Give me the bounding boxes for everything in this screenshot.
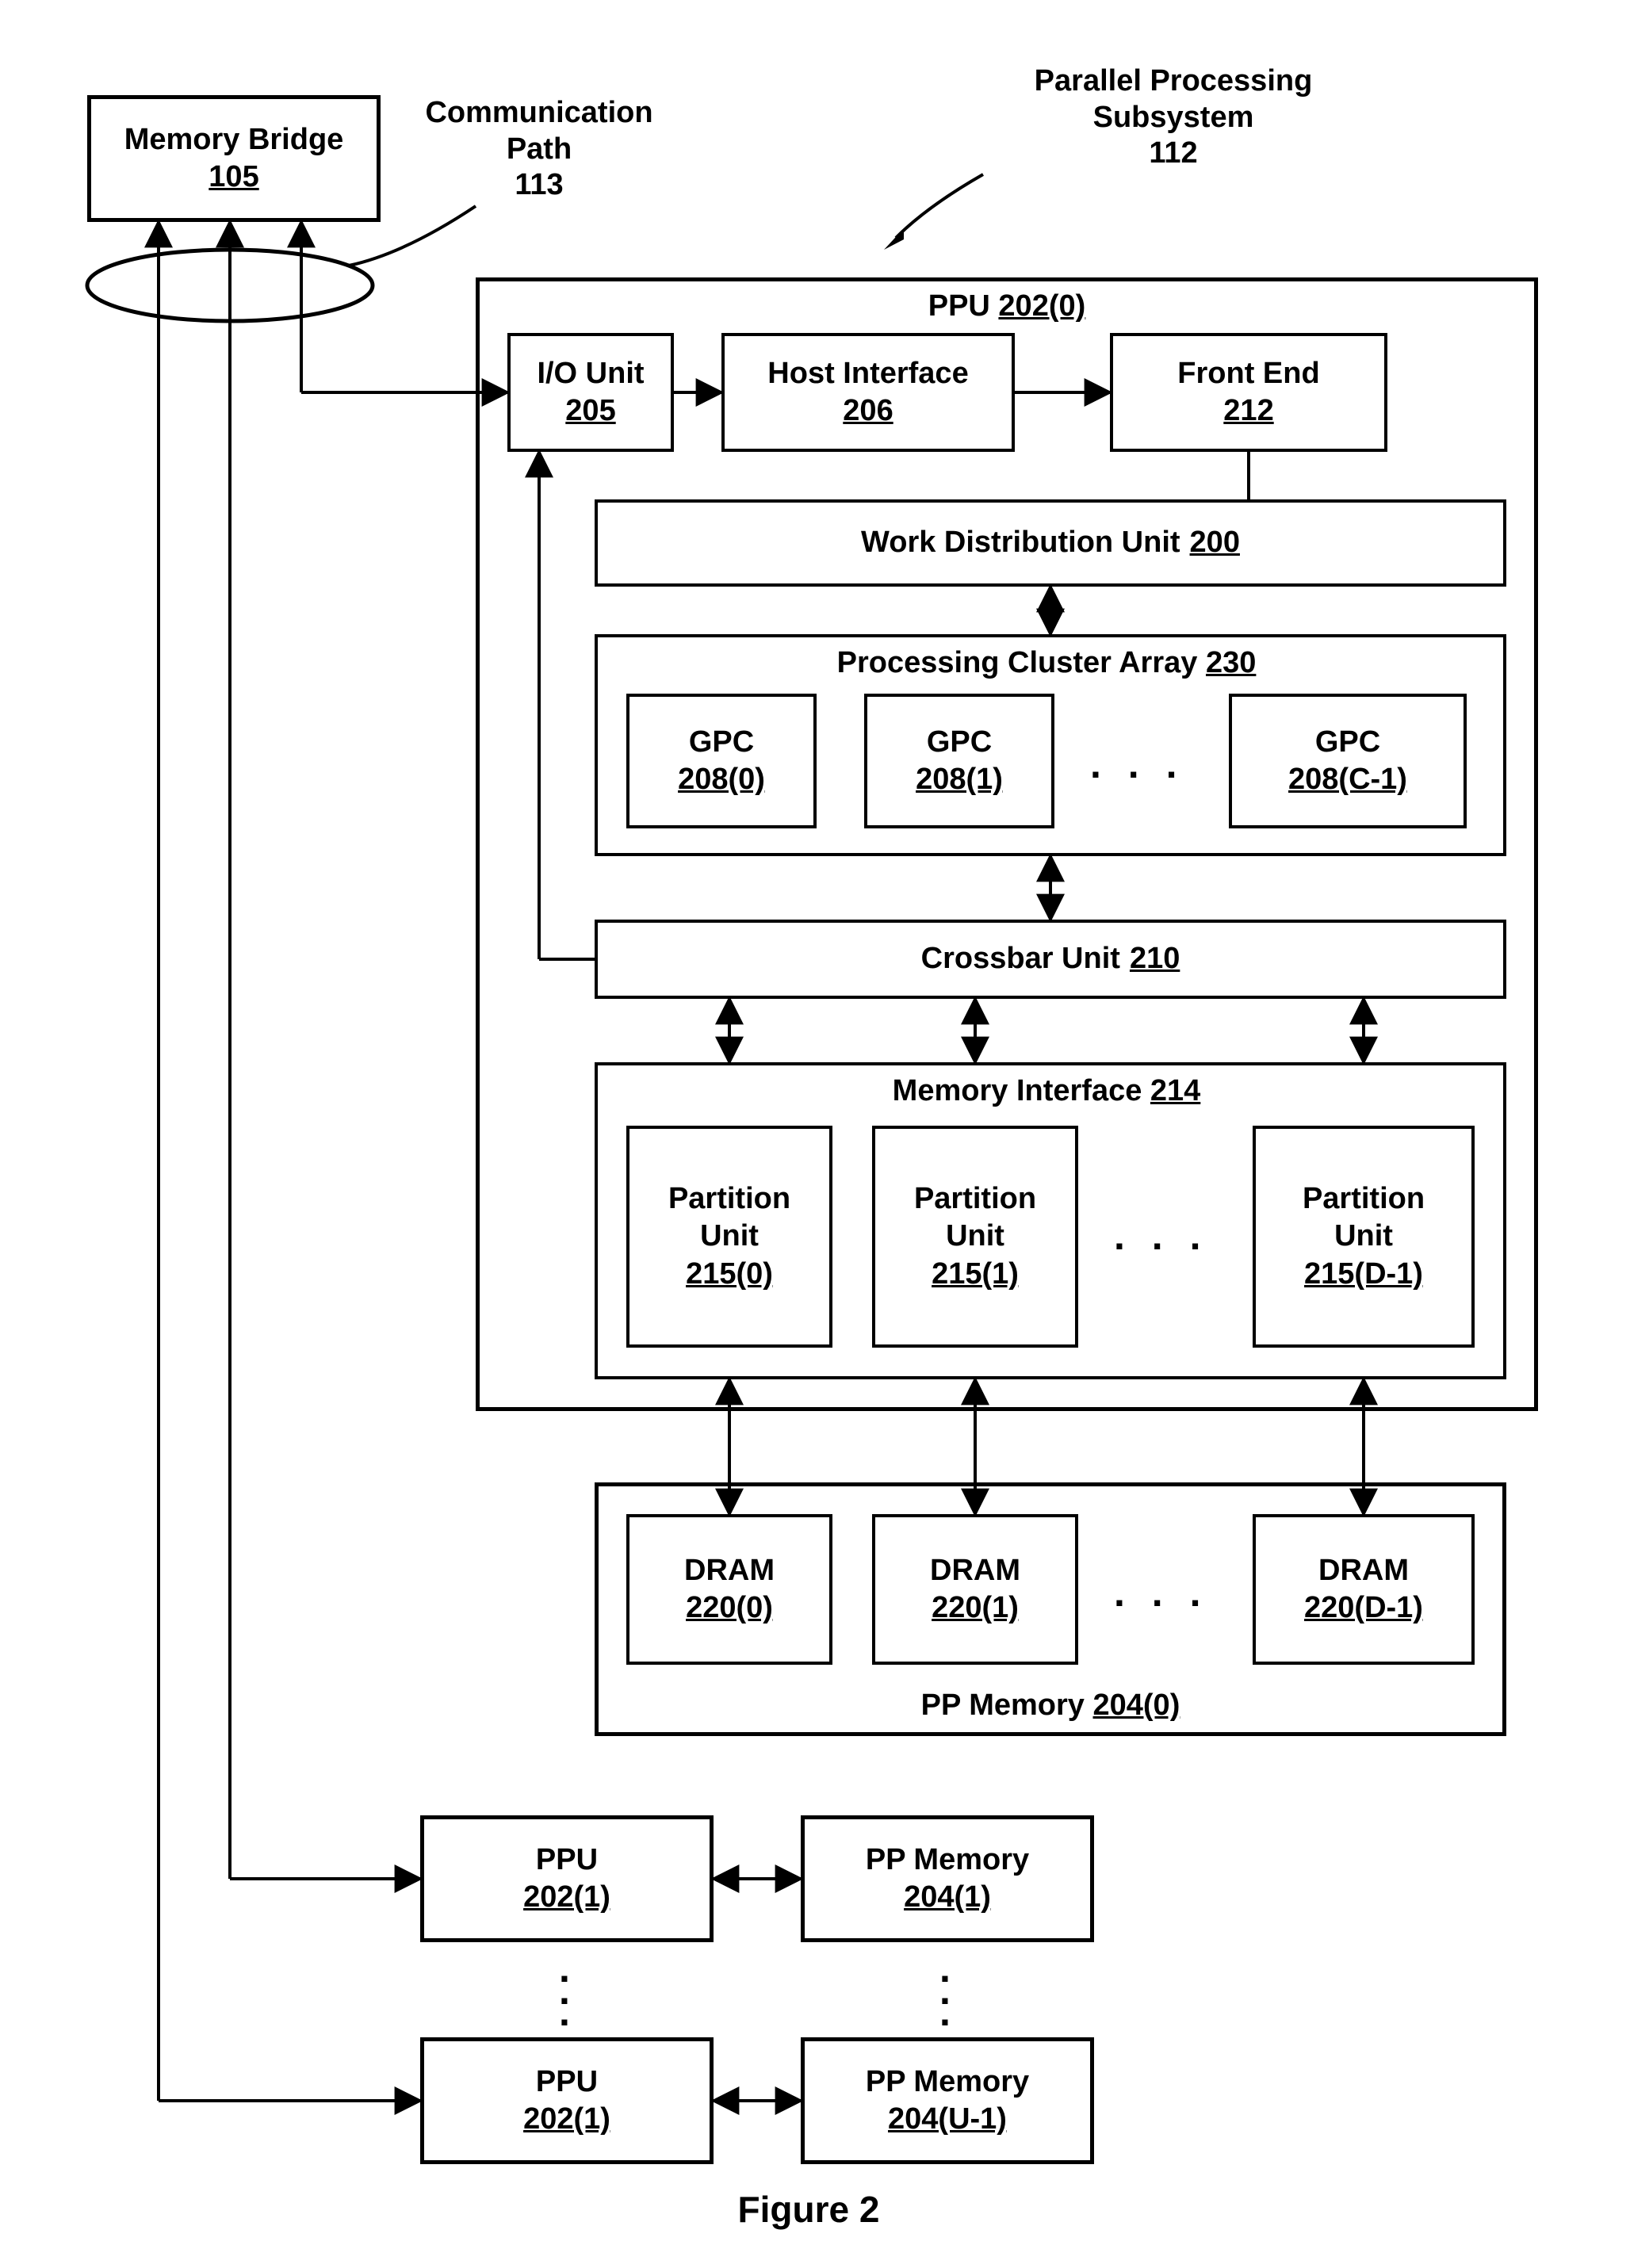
puD-t1: Partition — [1303, 1180, 1425, 1218]
ppuU-title: PPU — [536, 2063, 598, 2102]
xbar-num: 210 — [1130, 940, 1180, 978]
dram1-box: DRAM 220(1) — [872, 1514, 1078, 1665]
gpc0-box: GPC 208(0) — [626, 694, 817, 828]
xbar-box: Crossbar Unit 210 — [595, 920, 1506, 999]
pu0-t2: Unit — [700, 1218, 759, 1256]
gpc1-num: 208(1) — [916, 761, 1003, 799]
ppmem1-num: 204(1) — [904, 1879, 991, 1917]
dram1-num: 220(1) — [932, 1589, 1019, 1627]
gpc1-title: GPC — [927, 724, 992, 762]
comm-path-t1: Communication — [425, 96, 652, 129]
gpcC-box: GPC 208(C-1) — [1229, 694, 1467, 828]
dram-ellipsis: . . . — [1114, 1570, 1208, 1616]
puD-t2: Unit — [1334, 1218, 1393, 1256]
io-unit-num: 205 — [565, 392, 615, 430]
host-if-num: 206 — [843, 392, 893, 430]
host-if-box: Host Interface 206 — [721, 333, 1015, 452]
ppu1-title: PPU — [536, 1842, 598, 1880]
ppmemU-num: 204(U-1) — [888, 2101, 1007, 2139]
pca-title-text: Processing Cluster Array — [837, 646, 1198, 679]
comm-path-num: 113 — [515, 168, 563, 201]
front-end-box: Front End 212 — [1110, 333, 1387, 452]
io-unit-title: I/O Unit — [537, 355, 644, 393]
pps-t1: Parallel Processing — [1035, 64, 1313, 98]
gpc-ellipsis: . . . — [1090, 741, 1184, 787]
pu0-num: 215(0) — [686, 1256, 773, 1294]
memif-title: Memory Interface 214 — [785, 1074, 1308, 1108]
memif-num: 214 — [1150, 1074, 1200, 1107]
pu1-t2: Unit — [946, 1218, 1004, 1256]
front-end-num: 212 — [1223, 392, 1273, 430]
wdu-title: Work Distribution Unit — [861, 524, 1180, 562]
ppmem1-title: PP Memory — [866, 1842, 1029, 1880]
ppu0-title-text: PPU — [928, 289, 990, 323]
ppu-vdots-right: ... — [939, 1958, 951, 2024]
pu-ellipsis: . . . — [1114, 1213, 1208, 1259]
wdu-box: Work Distribution Unit 200 — [595, 499, 1506, 587]
comm-path-t2: Path — [507, 132, 572, 166]
pps-label: Parallel Processing Subsystem 112 — [1007, 63, 1340, 172]
pu0-box: Partition Unit 215(0) — [626, 1126, 832, 1348]
memory-bridge-box: Memory Bridge 105 — [87, 95, 381, 222]
puD-box: Partition Unit 215(D-1) — [1253, 1126, 1475, 1348]
puD-num: 215(D-1) — [1304, 1256, 1423, 1294]
pu1-num: 215(1) — [932, 1256, 1019, 1294]
comm-path-label: Communication Path 113 — [412, 95, 666, 204]
ppu0-title: PPU 202(0) — [880, 289, 1134, 323]
ppuU-num: 202(1) — [523, 2101, 610, 2139]
gpcC-num: 208(C-1) — [1288, 761, 1407, 799]
ppmem1-box: PP Memory 204(1) — [801, 1815, 1094, 1942]
front-end-title: Front End — [1177, 355, 1319, 393]
ppmem0-title-text: PP Memory — [921, 1689, 1085, 1722]
ppmem0-num: 204(0) — [1093, 1689, 1180, 1722]
gpc0-num: 208(0) — [678, 761, 765, 799]
memory-bridge-title: Memory Bridge — [124, 121, 344, 159]
ppmemU-title: PP Memory — [866, 2063, 1029, 2102]
gpc1-box: GPC 208(1) — [864, 694, 1054, 828]
xbar-title: Crossbar Unit — [921, 940, 1120, 978]
memory-bridge-num: 105 — [209, 159, 258, 197]
gpcC-title: GPC — [1315, 724, 1380, 762]
pca-title: Processing Cluster Array 230 — [721, 646, 1372, 680]
gpc0-title: GPC — [689, 724, 754, 762]
ppu0-num: 202(0) — [998, 289, 1085, 323]
pps-t2: Subsystem — [1093, 101, 1254, 134]
figure-caption: Figure 2 — [650, 2188, 967, 2231]
dramD-box: DRAM 220(D-1) — [1253, 1514, 1475, 1665]
dram0-box: DRAM 220(0) — [626, 1514, 832, 1665]
dram1-title: DRAM — [930, 1552, 1020, 1590]
ppu-vdots-left: ... — [559, 1958, 570, 2024]
io-unit-box: I/O Unit 205 — [507, 333, 674, 452]
pps-num: 112 — [1149, 136, 1197, 170]
memif-title-text: Memory Interface — [893, 1074, 1142, 1107]
ppu1-box: PPU 202(1) — [420, 1815, 714, 1942]
ppu1-num: 202(1) — [523, 1879, 610, 1917]
dramD-num: 220(D-1) — [1304, 1589, 1423, 1627]
wdu-num: 200 — [1190, 524, 1240, 562]
dramD-title: DRAM — [1318, 1552, 1409, 1590]
dram0-title: DRAM — [684, 1552, 775, 1590]
host-if-title: Host Interface — [767, 355, 968, 393]
pu0-t1: Partition — [668, 1180, 790, 1218]
ppmem0-title: PP Memory 204(0) — [872, 1689, 1229, 1723]
pu1-box: Partition Unit 215(1) — [872, 1126, 1078, 1348]
dram0-num: 220(0) — [686, 1589, 773, 1627]
pu1-t1: Partition — [914, 1180, 1036, 1218]
pca-num: 230 — [1206, 646, 1256, 679]
ppuU-box: PPU 202(1) — [420, 2037, 714, 2164]
ppmemU-box: PP Memory 204(U-1) — [801, 2037, 1094, 2164]
